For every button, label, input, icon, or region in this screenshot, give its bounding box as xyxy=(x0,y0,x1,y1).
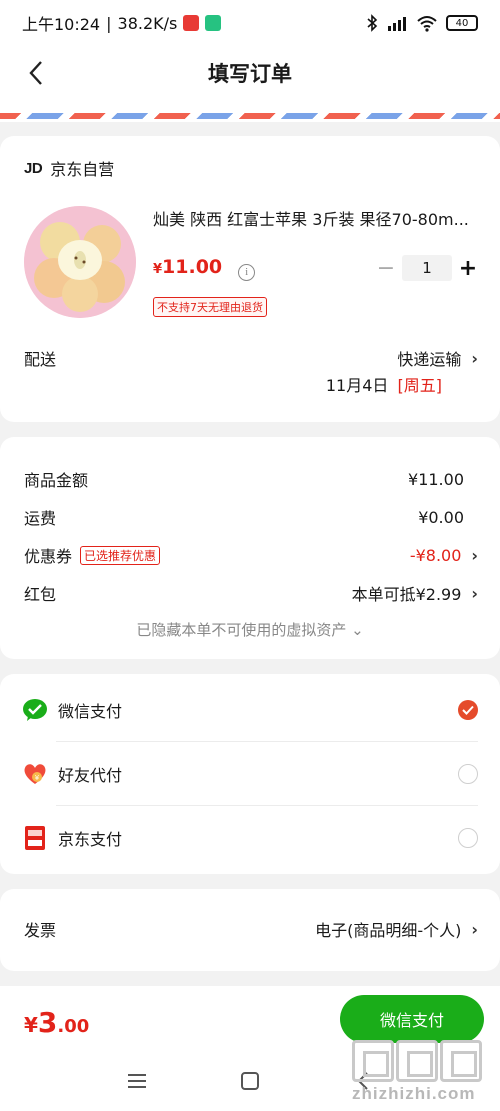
red-packet-row[interactable]: 红包 本单可抵¥2.99 › xyxy=(24,581,478,605)
coupon-label: 优惠券 xyxy=(24,547,73,566)
status-time: 上午10:24 xyxy=(22,15,101,34)
invoice-label: 发票 xyxy=(24,921,57,940)
total-price: ¥ 3 .00 xyxy=(24,1006,89,1039)
wechat-pay-icon xyxy=(22,697,48,723)
chevron-right-icon: › xyxy=(471,583,478,603)
menu-button[interactable] xyxy=(122,1066,152,1096)
network-speed: 38.2K/s xyxy=(117,13,178,33)
payment-option-wechat[interactable]: 微信支付 xyxy=(22,695,478,725)
chevron-right-icon: › xyxy=(471,545,478,565)
invoice-row[interactable]: 发票 电子(商品明细-个人) › xyxy=(24,917,478,941)
payment-option-label: 好友代付 xyxy=(58,766,123,785)
price-currency: ¥ xyxy=(153,262,163,277)
payment-option-label: 京东支付 xyxy=(58,830,123,849)
status-separator: | xyxy=(106,13,112,33)
total-currency: ¥ xyxy=(24,1013,38,1037)
watermark-logo xyxy=(352,1040,488,1082)
divider xyxy=(56,805,478,806)
bluetooth-icon xyxy=(367,14,378,32)
return-policy-badge: 不支持7天无理由退货 xyxy=(153,297,267,317)
quantity-value[interactable]: 1 xyxy=(402,255,452,281)
wechat-pay-button[interactable]: 微信支付 xyxy=(340,995,484,1043)
app-notification-icon xyxy=(183,15,200,31)
quantity-stepper: − 1 + xyxy=(372,254,482,282)
status-bar: 上午10:24 | 38.2K/s 40 xyxy=(0,0,500,46)
invoice-card[interactable]: 发票 电子(商品明细-个人) › xyxy=(0,889,500,971)
site-watermark: zhizhizhi.com xyxy=(352,1040,488,1108)
menu-icon xyxy=(128,1074,146,1088)
shipping-fee-row: 运费 ¥0.00 xyxy=(24,505,478,529)
home-button[interactable] xyxy=(235,1066,265,1096)
product-image[interactable] xyxy=(24,206,136,318)
jd-pay-icon xyxy=(22,825,48,851)
chevron-right-icon: › xyxy=(471,919,478,939)
goods-amount-value: ¥11.00 xyxy=(408,469,464,489)
navigation-bar: 填写订单 xyxy=(0,46,500,100)
hidden-assets-toggle[interactable]: 已隐藏本单不可使用的虚拟资产 ⌄ xyxy=(0,619,500,640)
red-packet-value: 本单可抵¥2.99 xyxy=(351,585,462,604)
svg-text:¥: ¥ xyxy=(35,774,40,782)
shop-name: 京东自营 xyxy=(50,160,115,179)
total-integer: 3 xyxy=(37,1006,58,1039)
radio-unchecked-icon[interactable] xyxy=(458,828,478,848)
jd-logo-icon: JD xyxy=(24,159,43,177)
shop-header: JD 京东自营 xyxy=(24,156,114,180)
delivery-weekday: [周五] xyxy=(397,376,443,395)
increase-quantity-button[interactable]: + xyxy=(454,254,482,282)
shipping-fee-value: ¥0.00 xyxy=(418,507,464,527)
total-decimal: .00 xyxy=(57,1016,90,1037)
delivery-date-text: 11月4日 xyxy=(325,376,389,395)
product-title[interactable]: 灿美 陕西 红富士苹果 3斤装 果径70-80m... xyxy=(153,206,478,230)
red-packet-label: 红包 xyxy=(24,585,57,604)
watermark-text: zhizhizhi.com xyxy=(352,1084,476,1103)
price-amount: 11.00 xyxy=(162,256,223,278)
divider xyxy=(56,741,478,742)
battery-level: 40 xyxy=(455,17,469,29)
product-card: JD 京东自营 灿美 陕西 红富士苹果 3斤装 果径70-80m... ¥ 11… xyxy=(0,136,500,422)
price-summary-card: 商品金额 ¥11.00 运费 ¥0.00 优惠券 已选推荐优惠 -¥8.00 ›… xyxy=(0,437,500,659)
apple-image-icon xyxy=(24,206,136,318)
coupon-recommended-badge: 已选推荐优惠 xyxy=(80,545,161,565)
delivery-method: 快递运输 xyxy=(397,350,462,369)
back-button[interactable] xyxy=(22,58,50,88)
invoice-value: 电子(商品明细-个人) xyxy=(315,921,462,940)
coupon-row[interactable]: 优惠券 已选推荐优惠 -¥8.00 › xyxy=(24,543,478,567)
delivery-label: 配送 xyxy=(24,350,57,369)
coupon-value: -¥8.00 xyxy=(409,545,462,565)
radio-checked-icon[interactable] xyxy=(458,700,478,720)
payment-method-card: 微信支付 ¥ 好友代付 京东支付 xyxy=(0,674,500,874)
radio-unchecked-icon[interactable] xyxy=(458,764,478,784)
info-icon[interactable]: i xyxy=(238,263,256,281)
goods-amount-row: 商品金额 ¥11.00 xyxy=(24,467,478,491)
payment-option-friend[interactable]: ¥ 好友代付 xyxy=(22,759,478,789)
app-notification-icon xyxy=(205,15,222,31)
delivery-date[interactable]: 11月4日 [周五] xyxy=(326,372,442,396)
payment-option-label: 微信支付 xyxy=(58,702,123,721)
wifi-icon xyxy=(417,16,437,32)
shipping-fee-label: 运费 xyxy=(24,509,57,528)
home-icon xyxy=(241,1072,259,1090)
chevron-right-icon: › xyxy=(471,348,478,368)
airmail-stripe xyxy=(0,113,500,119)
goods-amount-label: 商品金额 xyxy=(24,471,89,490)
signal-icon xyxy=(388,17,406,31)
payment-option-jd[interactable]: 京东支付 xyxy=(22,823,478,853)
page-title: 填写订单 xyxy=(208,62,292,86)
chevron-left-icon xyxy=(29,61,42,85)
decrease-quantity-button[interactable]: − xyxy=(372,254,400,282)
battery-icon: 40 xyxy=(446,15,478,31)
friend-pay-icon: ¥ xyxy=(22,761,48,787)
delivery-method-selector[interactable]: 快递运输 › xyxy=(397,346,478,370)
product-price: ¥ 11.00 i xyxy=(153,256,256,281)
address-stripe-divider xyxy=(0,100,500,122)
